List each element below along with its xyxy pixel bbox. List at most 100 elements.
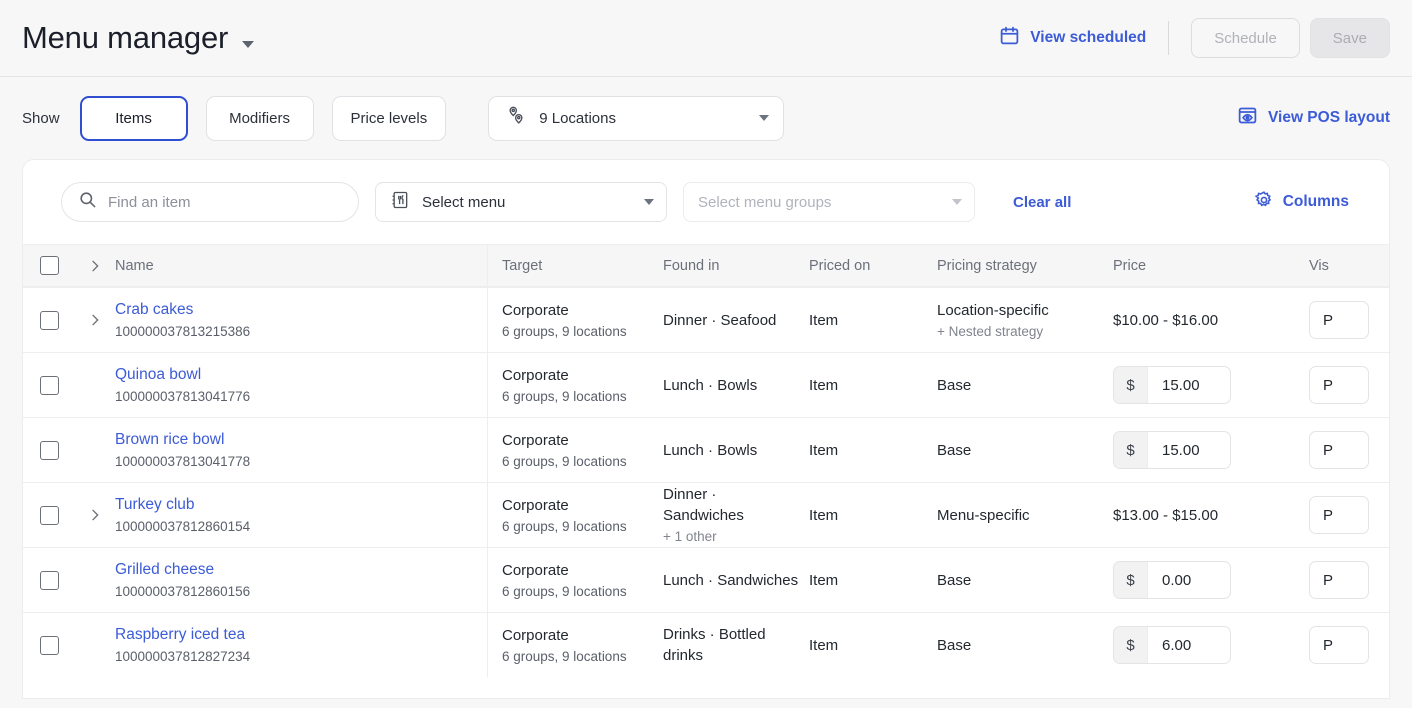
row-select-cell: [23, 353, 75, 417]
table-row[interactable]: Grilled cheese 100000037812860156 Corporat…: [23, 547, 1389, 612]
visibility-cell: P: [1309, 613, 1389, 677]
chevron-right-icon[interactable]: [87, 312, 103, 328]
price-cell: $0.00: [1113, 548, 1309, 612]
visibility-dropdown[interactable]: P: [1309, 366, 1369, 404]
table-row[interactable]: Quinoa bowl 100000037813041776 Corporate 6 …: [23, 352, 1389, 417]
column-header-target[interactable]: Target: [487, 245, 663, 286]
pricing-strategy-value: Menu-specific: [937, 506, 1030, 524]
item-name-cell: Turkey club 100000037812860154: [115, 483, 487, 547]
column-header-pricing-strategy[interactable]: Pricing strategy: [937, 245, 1113, 286]
row-checkbox[interactable]: [39, 440, 59, 460]
item-name-link[interactable]: Quinoa bowl: [115, 365, 475, 385]
chevron-down-icon[interactable]: [242, 41, 255, 48]
price-input[interactable]: $0.00: [1113, 561, 1231, 599]
found-in-value: Lunch · Sandwiches: [663, 571, 799, 589]
price-value[interactable]: 6.00: [1148, 627, 1230, 663]
target-cell: Corporate 6 groups, 9 locations: [487, 483, 663, 547]
item-id: 100000037812860156: [115, 584, 251, 599]
view-pos-layout-button[interactable]: View POS layout: [1237, 105, 1390, 131]
target-cell: Corporate 6 groups, 9 locations: [487, 548, 663, 612]
visibility-dropdown[interactable]: P: [1309, 496, 1369, 534]
target-cell: Corporate 6 groups, 9 locations: [487, 353, 663, 417]
item-name-cell: Crab cakes 100000037813215386: [115, 288, 487, 352]
target-cell: Corporate 6 groups, 9 locations: [487, 613, 663, 677]
visibility-dropdown[interactable]: P: [1309, 301, 1369, 339]
found-in-cell: Lunch · Bowls: [663, 353, 809, 417]
row-expand-cell: [75, 418, 115, 482]
table-row[interactable]: Crab cakes 100000037813215386 Corporate 6 g…: [23, 287, 1389, 352]
target-value: Corporate: [502, 626, 569, 644]
row-checkbox[interactable]: [39, 635, 59, 655]
menu-groups-dropdown[interactable]: Select menu groups: [683, 182, 975, 222]
pricing-strategy-value: Location-specific: [937, 301, 1049, 319]
chevron-right-icon[interactable]: [87, 507, 103, 523]
target-value: Corporate: [502, 366, 569, 384]
clear-all-button[interactable]: Clear all: [1013, 194, 1071, 211]
search-input[interactable]: [108, 193, 342, 211]
column-header-found-in[interactable]: Found in: [663, 245, 809, 286]
column-header-name[interactable]: Name: [115, 245, 487, 286]
column-header-visibility[interactable]: Vis: [1309, 245, 1389, 286]
row-checkbox[interactable]: [39, 570, 59, 590]
price-value[interactable]: 15.00: [1148, 432, 1230, 468]
priced-on-value: Item: [809, 376, 839, 394]
visibility-dropdown[interactable]: P: [1309, 626, 1369, 664]
price-input[interactable]: $6.00: [1113, 626, 1231, 664]
item-name-link[interactable]: Turkey club: [115, 495, 475, 515]
table-row[interactable]: Raspberry iced tea 100000037812827234 Corp…: [23, 612, 1389, 677]
visibility-dropdown[interactable]: P: [1309, 561, 1369, 599]
page-title: Menu manager: [22, 20, 229, 55]
search-box[interactable]: [61, 182, 359, 222]
expand-all-cell: [75, 245, 115, 286]
price-input[interactable]: $15.00: [1113, 366, 1231, 404]
target-sub: 6 groups, 9 locations: [502, 583, 627, 599]
schedule-button[interactable]: Schedule: [1191, 18, 1300, 58]
target-value: Corporate: [502, 496, 569, 514]
visibility-dropdown[interactable]: P: [1309, 431, 1369, 469]
target-sub: 6 groups, 9 locations: [502, 323, 627, 339]
locations-value: 9 Locations: [539, 109, 616, 127]
row-select-cell: [23, 613, 75, 677]
item-name-link[interactable]: Grilled cheese: [115, 560, 475, 580]
columns-button[interactable]: Columns: [1254, 190, 1349, 215]
column-header-price[interactable]: Price: [1113, 245, 1309, 286]
column-header-priced-on[interactable]: Priced on: [809, 245, 937, 286]
select-all-checkbox[interactable]: [39, 256, 59, 275]
target-sub: 6 groups, 9 locations: [502, 648, 627, 664]
save-button[interactable]: Save: [1309, 18, 1390, 58]
price-value[interactable]: 15.00: [1148, 367, 1230, 403]
found-in-cell: Lunch · Sandwiches: [663, 548, 809, 612]
row-checkbox[interactable]: [39, 310, 59, 330]
found-in-value: Lunch · Bowls: [663, 441, 758, 459]
item-name-link[interactable]: Brown rice bowl: [115, 430, 475, 450]
menu-select-dropdown[interactable]: Select menu: [375, 182, 667, 222]
currency-prefix: $: [1114, 432, 1148, 468]
price-range: $10.00 - $16.00: [1113, 311, 1219, 329]
view-scheduled-button[interactable]: View scheduled: [999, 25, 1168, 51]
menu-groups-placeholder: Select menu groups: [698, 193, 832, 211]
header-actions: View scheduled Schedule Save: [999, 18, 1390, 58]
price-input[interactable]: $15.00: [1113, 431, 1231, 469]
tab-items[interactable]: Items: [79, 95, 188, 141]
priced-on-cell: Item: [809, 613, 937, 677]
priced-on-cell: Item: [809, 288, 937, 352]
map-pin-icon: [505, 105, 527, 131]
item-name-link[interactable]: Raspberry iced tea: [115, 625, 475, 645]
chevron-down-icon: [644, 199, 654, 205]
table-row[interactable]: Brown rice bowl 100000037813041778 Corpora…: [23, 417, 1389, 482]
row-expand-cell: [75, 288, 115, 352]
chevron-down-icon: [759, 115, 770, 121]
found-in-cell: Lunch · Bowls: [663, 418, 809, 482]
chevron-right-icon[interactable]: [87, 258, 103, 274]
pricing-strategy-value: Base: [937, 441, 972, 459]
target-value: Corporate: [502, 561, 569, 579]
tab-modifiers[interactable]: Modifiers: [205, 95, 314, 141]
locations-dropdown[interactable]: 9 Locations: [488, 95, 785, 141]
table-row[interactable]: Turkey club 100000037812860154 Corporate 6 …: [23, 482, 1389, 547]
row-checkbox[interactable]: [39, 505, 59, 525]
tab-price-levels[interactable]: Price levels: [331, 95, 447, 141]
price-value[interactable]: 0.00: [1148, 562, 1230, 598]
item-name-link[interactable]: Crab cakes: [115, 300, 475, 320]
row-checkbox[interactable]: [39, 375, 59, 395]
items-table: Name Target Found in Priced on Pricing s…: [23, 244, 1389, 677]
